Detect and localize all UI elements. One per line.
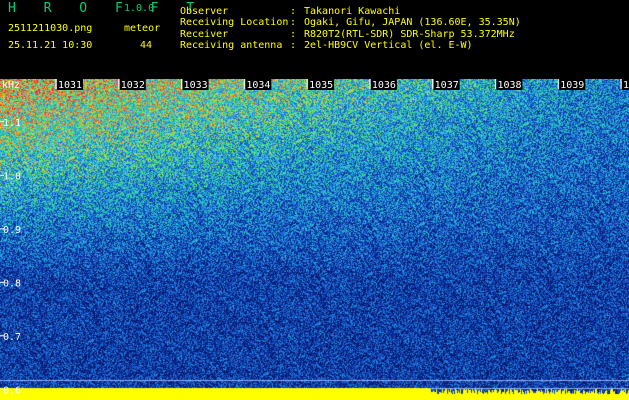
info-location: Receiving Location: Ogaki, Gifu, JAPAN (1… <box>180 17 521 28</box>
y-tick-label: 1.0 <box>3 171 21 182</box>
x-tick-label: 1038 <box>497 80 521 91</box>
info-key: Receiving antenna <box>180 40 283 51</box>
x-tick-label: 1031 <box>58 80 82 91</box>
y-tick-label: 1.1 <box>3 118 21 129</box>
info-sep: : <box>290 6 297 17</box>
timestamp: 25.11.21 10:30 <box>8 40 93 51</box>
info-key: Observer <box>180 6 229 17</box>
app-title: H R O F F T <box>8 1 205 16</box>
x-tick-label: 1040 <box>623 80 629 91</box>
info-value: 2el-HB9CV Vertical (el. E-W) <box>304 40 473 51</box>
x-tick-label: 1033 <box>184 80 208 91</box>
x-tick-label: 1032 <box>121 80 145 91</box>
x-tick-label: 1034 <box>246 80 270 91</box>
x-tick-label: 1039 <box>560 80 584 91</box>
info-key: Receiver <box>180 29 229 40</box>
x-tick-label: 1037 <box>435 80 459 91</box>
info-key: Receiving Location <box>180 17 289 28</box>
info-value: R820T2(RTL-SDR) SDR-Sharp 53.372MHz <box>304 29 515 40</box>
info-sep: : <box>290 29 297 40</box>
spectrogram-panel: kHz 1.1 1.0 0.9 0.8 0.7 0.6 1031 1032 1033 1034 103… <box>0 79 629 400</box>
info-value: Ogaki, Gifu, JAPAN (136.60E, 35.35N) <box>304 17 521 28</box>
info-sep: : <box>290 40 297 51</box>
info-sep: : <box>290 17 297 28</box>
y-tick-label: 0.7 <box>3 332 21 343</box>
info-receiver: Receiver: R820T2(RTL-SDR) SDR-Sharp 53.37… <box>180 29 515 40</box>
x-tick-label: 1036 <box>372 80 396 91</box>
x-tick-label: 1035 <box>309 80 333 91</box>
y-tick-label: 0.6 <box>3 385 21 396</box>
info-antenna: Receiving antenna:2el-HB9CV Vertical (el… <box>180 40 473 51</box>
y-tick-label: 0.9 <box>3 225 21 236</box>
spectrogram-axes: kHz 1.1 1.0 0.9 0.8 0.7 0.6 1031 1032 1033 1034 103… <box>0 79 629 396</box>
meteor-count: 44 <box>140 40 153 51</box>
info-value: Takanori Kawachi <box>304 6 401 17</box>
app-version: 1.0.0 <box>124 3 155 14</box>
file-name: 2511211030.png <box>8 23 93 34</box>
y-axis-label: kHz <box>2 80 20 91</box>
info-observer: Observer: Takanori Kawachi <box>180 6 400 17</box>
mode-label: meteor <box>124 23 161 34</box>
y-tick-label: 0.8 <box>3 278 21 289</box>
